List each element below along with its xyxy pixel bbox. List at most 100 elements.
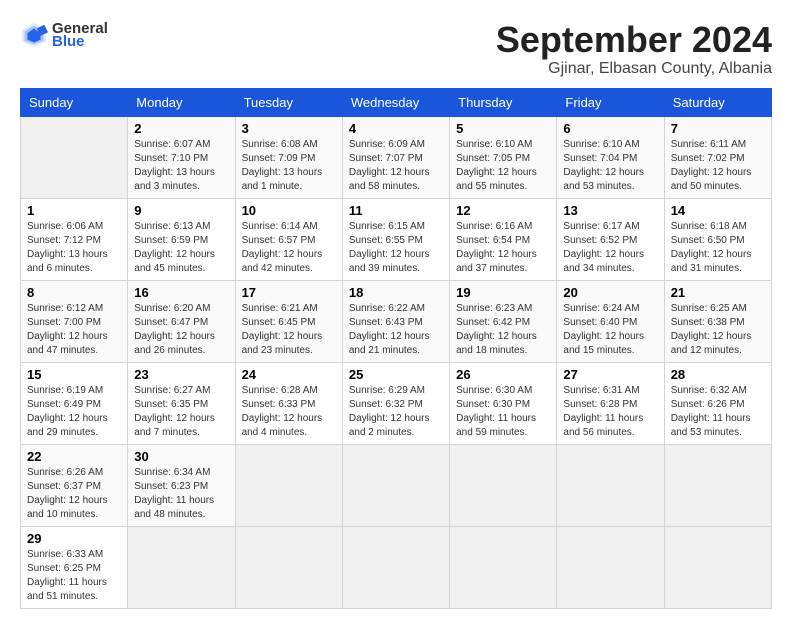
weekday-header: Wednesday — [342, 88, 449, 116]
day-number: 23 — [134, 367, 228, 382]
calendar-cell: 6Sunrise: 6:10 AM Sunset: 7:04 PM Daylig… — [557, 116, 664, 198]
day-number: 27 — [563, 367, 657, 382]
day-number: 15 — [27, 367, 121, 382]
calendar-week-row: 2 Sunrise: 6:07 AM Sunset: 7:10 PM Daylig… — [21, 116, 772, 198]
page-header: General Blue September 2024 Gjinar, Elba… — [20, 20, 772, 78]
day-number: 22 — [27, 449, 121, 464]
day-number: 13 — [563, 203, 657, 218]
weekday-header: Friday — [557, 88, 664, 116]
day-info: Sunrise: 6:26 AM Sunset: 6:37 PM Dayligh… — [27, 466, 121, 522]
day-info: Sunrise: 6:13 AM Sunset: 6:59 PM Dayligh… — [134, 220, 228, 276]
weekday-header: Monday — [128, 88, 235, 116]
calendar-cell — [128, 526, 235, 608]
day-number: 24 — [242, 367, 336, 382]
calendar-cell: 25 Sunrise: 6:29 AM Sunset: 6:32 PM Dayli… — [342, 362, 449, 444]
location: Gjinar, Elbasan County, Albania — [496, 60, 772, 78]
day-number: 17 — [242, 285, 336, 300]
day-number: 21 — [671, 285, 765, 300]
day-info: Sunrise: 6:10 AM Sunset: 7:05 PM Dayligh… — [456, 138, 550, 194]
day-info: Sunrise: 6:31 AM Sunset: 6:28 PM Dayligh… — [563, 384, 657, 440]
calendar-week-row: 15 Sunrise: 6:19 AM Sunset: 6:49 PM Dayli… — [21, 362, 772, 444]
day-info: Sunrise: 6:22 AM Sunset: 6:43 PM Dayligh… — [349, 302, 443, 358]
day-info: Sunrise: 6:12 AM Sunset: 7:00 PM Dayligh… — [27, 302, 121, 358]
day-info: Sunrise: 6:18 AM Sunset: 6:50 PM Dayligh… — [671, 220, 765, 276]
day-number: 30 — [134, 449, 228, 464]
day-info: Sunrise: 6:15 AM Sunset: 6:55 PM Dayligh… — [349, 220, 443, 276]
day-info: Sunrise: 6:25 AM Sunset: 6:38 PM Dayligh… — [671, 302, 765, 358]
calendar-cell: 7 Sunrise: 6:11 AM Sunset: 7:02 PM Daylig… — [664, 116, 771, 198]
calendar-cell: 1 Sunrise: 6:06 AM Sunset: 7:12 PM Daylig… — [21, 198, 128, 280]
day-number: 8 — [27, 285, 121, 300]
calendar-cell — [557, 526, 664, 608]
calendar-cell: 13Sunrise: 6:17 AM Sunset: 6:52 PM Dayli… — [557, 198, 664, 280]
calendar-cell: 5 Sunrise: 6:10 AM Sunset: 7:05 PM Daylig… — [450, 116, 557, 198]
day-number: 2 — [134, 121, 228, 136]
calendar-cell: 2 Sunrise: 6:07 AM Sunset: 7:10 PM Daylig… — [128, 116, 235, 198]
calendar-cell: 11Sunrise: 6:15 AM Sunset: 6:55 PM Dayli… — [342, 198, 449, 280]
calendar-cell: 16Sunrise: 6:20 AM Sunset: 6:47 PM Dayli… — [128, 280, 235, 362]
day-number: 12 — [456, 203, 550, 218]
day-info: Sunrise: 6:14 AM Sunset: 6:57 PM Dayligh… — [242, 220, 336, 276]
calendar-cell: 29Sunrise: 6:33 AM Sunset: 6:25 PM Dayli… — [21, 526, 128, 608]
day-info: Sunrise: 6:24 AM Sunset: 6:40 PM Dayligh… — [563, 302, 657, 358]
calendar-cell: 21 Sunrise: 6:25 AM Sunset: 6:38 PM Dayli… — [664, 280, 771, 362]
calendar-cell: 12 Sunrise: 6:16 AM Sunset: 6:54 PM Dayli… — [450, 198, 557, 280]
weekday-header-row: SundayMondayTuesdayWednesdayThursdayFrid… — [21, 88, 772, 116]
month-title: September 2024 — [496, 20, 772, 60]
calendar-cell — [664, 526, 771, 608]
day-info: Sunrise: 6:19 AM Sunset: 6:49 PM Dayligh… — [27, 384, 121, 440]
calendar-cell: 17 Sunrise: 6:21 AM Sunset: 6:45 PM Dayli… — [235, 280, 342, 362]
day-info: Sunrise: 6:11 AM Sunset: 7:02 PM Dayligh… — [671, 138, 765, 194]
calendar-week-row: 1 Sunrise: 6:06 AM Sunset: 7:12 PM Daylig… — [21, 198, 772, 280]
day-number: 16 — [134, 285, 228, 300]
calendar-cell: 24 Sunrise: 6:28 AM Sunset: 6:33 PM Dayli… — [235, 362, 342, 444]
day-number: 10 — [242, 203, 336, 218]
day-number: 5 — [456, 121, 550, 136]
day-info: Sunrise: 6:34 AM Sunset: 6:23 PM Dayligh… — [134, 466, 228, 522]
day-info: Sunrise: 6:10 AM Sunset: 7:04 PM Dayligh… — [563, 138, 657, 194]
calendar-cell: 19Sunrise: 6:23 AM Sunset: 6:42 PM Dayli… — [450, 280, 557, 362]
weekday-header: Saturday — [664, 88, 771, 116]
calendar-cell — [342, 444, 449, 526]
logo: General Blue — [20, 20, 108, 50]
day-info: Sunrise: 6:30 AM Sunset: 6:30 PM Dayligh… — [456, 384, 550, 440]
day-info: Sunrise: 6:09 AM Sunset: 7:07 PM Dayligh… — [349, 138, 443, 194]
calendar-cell — [342, 526, 449, 608]
calendar-cell: 28 Sunrise: 6:32 AM Sunset: 6:26 PM Dayli… — [664, 362, 771, 444]
day-number: 20 — [563, 285, 657, 300]
day-number: 28 — [671, 367, 765, 382]
calendar-cell: 9 Sunrise: 6:13 AM Sunset: 6:59 PM Daylig… — [128, 198, 235, 280]
calendar-week-row: 22 Sunrise: 6:26 AM Sunset: 6:37 PM Dayli… — [21, 444, 772, 526]
day-info: Sunrise: 6:28 AM Sunset: 6:33 PM Dayligh… — [242, 384, 336, 440]
calendar-cell — [235, 526, 342, 608]
day-info: Sunrise: 6:29 AM Sunset: 6:32 PM Dayligh… — [349, 384, 443, 440]
day-info: Sunrise: 6:21 AM Sunset: 6:45 PM Dayligh… — [242, 302, 336, 358]
calendar-cell — [450, 526, 557, 608]
day-number: 1 — [27, 203, 121, 218]
calendar-cell: 18 Sunrise: 6:22 AM Sunset: 6:43 PM Dayli… — [342, 280, 449, 362]
day-info: Sunrise: 6:07 AM Sunset: 7:10 PM Dayligh… — [134, 138, 228, 194]
calendar-week-row: 8 Sunrise: 6:12 AM Sunset: 7:00 PM Daylig… — [21, 280, 772, 362]
calendar-cell: 4Sunrise: 6:09 AM Sunset: 7:07 PM Daylig… — [342, 116, 449, 198]
calendar-cell: 20 Sunrise: 6:24 AM Sunset: 6:40 PM Dayli… — [557, 280, 664, 362]
day-number: 7 — [671, 121, 765, 136]
day-info: Sunrise: 6:06 AM Sunset: 7:12 PM Dayligh… — [27, 220, 121, 276]
day-number: 25 — [349, 367, 443, 382]
day-number: 3 — [242, 121, 336, 136]
day-info: Sunrise: 6:16 AM Sunset: 6:54 PM Dayligh… — [456, 220, 550, 276]
day-info: Sunrise: 6:32 AM Sunset: 6:26 PM Dayligh… — [671, 384, 765, 440]
calendar-cell: 10 Sunrise: 6:14 AM Sunset: 6:57 PM Dayli… — [235, 198, 342, 280]
calendar-cell: 23Sunrise: 6:27 AM Sunset: 6:35 PM Dayli… — [128, 362, 235, 444]
day-number: 18 — [349, 285, 443, 300]
calendar-cell: 8 Sunrise: 6:12 AM Sunset: 7:00 PM Daylig… — [21, 280, 128, 362]
day-number: 26 — [456, 367, 550, 382]
calendar-cell — [235, 444, 342, 526]
logo-icon — [20, 21, 48, 49]
calendar-cell: 22 Sunrise: 6:26 AM Sunset: 6:37 PM Dayli… — [21, 444, 128, 526]
day-number: 9 — [134, 203, 228, 218]
calendar-cell: 30 Sunrise: 6:34 AM Sunset: 6:23 PM Dayli… — [128, 444, 235, 526]
weekday-header: Thursday — [450, 88, 557, 116]
calendar-cell — [557, 444, 664, 526]
calendar-cell — [21, 116, 128, 198]
day-number: 14 — [671, 203, 765, 218]
